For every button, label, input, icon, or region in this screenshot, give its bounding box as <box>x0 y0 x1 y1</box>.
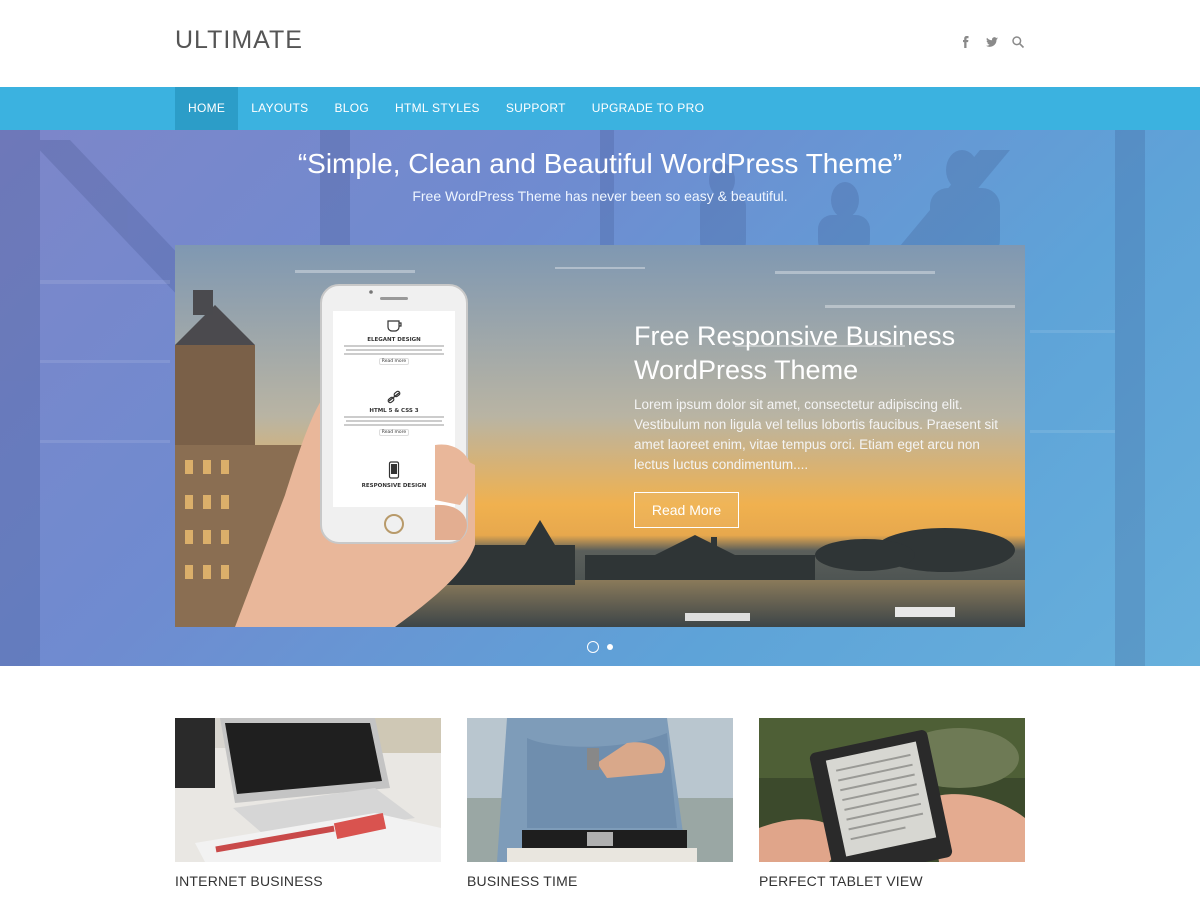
phone-feature-title: RESPONSIVE DESIGN <box>361 483 427 489</box>
cup-icon <box>387 320 402 332</box>
link-icon <box>387 390 401 404</box>
nav-blog[interactable]: BLOG <box>321 87 382 130</box>
nav-home[interactable]: HOME <box>175 87 239 130</box>
phone-feature-title: ELEGANT DESIGN <box>367 337 421 343</box>
phone-read-more-button: Read more <box>379 429 409 436</box>
slider: ELEGANT DESIGN Read more HTML 5 & CSS 3 … <box>175 245 1025 627</box>
phone-screen: ELEGANT DESIGN Read more HTML 5 & CSS 3 … <box>333 311 455 507</box>
slider-dot-2[interactable] <box>607 644 613 650</box>
hero-section: “Simple, Clean and Beautiful WordPress T… <box>0 130 1200 666</box>
slider-pagination <box>0 641 1200 653</box>
feature-title[interactable]: INTERNET BUSINESS <box>175 873 441 889</box>
main-navigation: HOME LAYOUTS BLOG HTML STYLES SUPPORT UP… <box>0 87 1200 130</box>
phone-feature-item: ELEGANT DESIGN Read more <box>333 317 455 365</box>
phone-feature-title: HTML 5 & CSS 3 <box>369 408 419 414</box>
facebook-icon[interactable] <box>959 35 973 49</box>
read-more-button[interactable]: Read More <box>634 492 739 528</box>
phone-read-more-button: Read more <box>379 358 409 365</box>
site-logo[interactable]: ULTIMATE <box>175 26 303 55</box>
phone-feature-item: HTML 5 & CSS 3 Read more <box>333 389 455 436</box>
search-icon[interactable] <box>1011 35 1025 49</box>
feature-image[interactable] <box>175 718 441 862</box>
feature-image[interactable] <box>467 718 733 862</box>
hero-subtitle: Free WordPress Theme has never been so e… <box>412 188 788 204</box>
nav-layouts[interactable]: LAYOUTS <box>238 87 321 130</box>
slide-text: Lorem ipsum dolor sit amet, consectetur … <box>634 397 998 472</box>
mobile-icon <box>388 461 400 479</box>
header-icons <box>959 35 1025 49</box>
nav-html-styles[interactable]: HTML STYLES <box>382 87 493 130</box>
feature-card-perfect-tablet-view[interactable]: PERFECT TABLET VIEW <box>759 718 1025 889</box>
phone-feature-item: RESPONSIVE DESIGN <box>333 461 455 489</box>
slide-title: Free Responsive Business WordPress Theme <box>634 321 956 385</box>
feature-image[interactable] <box>759 718 1025 862</box>
nav-support[interactable]: SUPPORT <box>493 87 579 130</box>
feature-card-business-time[interactable]: BUSINESS TIME <box>467 718 733 889</box>
features-section: INTERNET BUSINESS BUSINESS TIME PERFECT … <box>0 666 1200 900</box>
feature-title[interactable]: PERFECT TABLET VIEW <box>759 873 1025 889</box>
hero-heading: “Simple, Clean and Beautiful WordPress T… <box>297 148 903 179</box>
twitter-icon[interactable] <box>985 35 999 49</box>
feature-card-internet-business[interactable]: INTERNET BUSINESS <box>175 718 441 889</box>
feature-title[interactable]: BUSINESS TIME <box>467 873 733 889</box>
nav-upgrade-to-pro[interactable]: UPGRADE TO PRO <box>579 87 717 130</box>
site-header: ULTIMATE <box>0 0 1200 87</box>
slider-dot-1[interactable] <box>587 641 599 653</box>
